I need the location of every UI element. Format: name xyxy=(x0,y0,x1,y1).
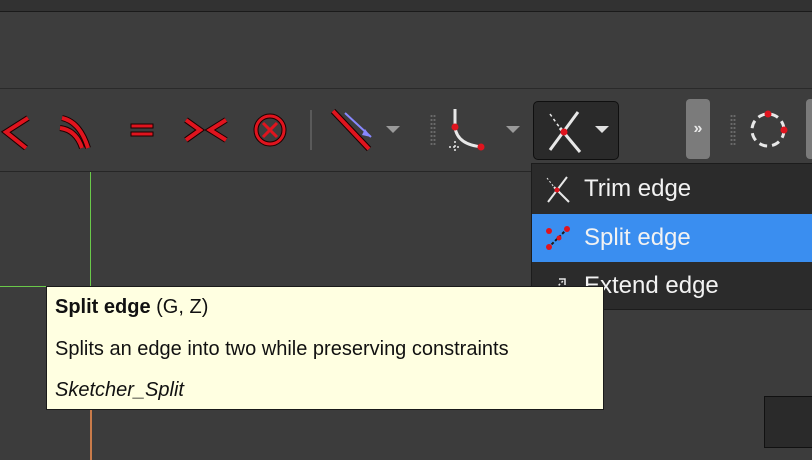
trim-edge-icon xyxy=(532,165,584,213)
menu-item-trim-edge[interactable]: Trim edge xyxy=(532,165,812,213)
block-constraint-icon[interactable] xyxy=(246,104,294,156)
tooltip-description: Splits an edge into two while preserving… xyxy=(55,338,509,360)
symmetric-constraint-icon[interactable] xyxy=(182,104,230,156)
fillet-icon[interactable] xyxy=(444,104,492,156)
split-edge-icon xyxy=(532,214,584,262)
top-bar xyxy=(0,0,812,12)
tooltip: Split edge (G, Z) Splits an edge into tw… xyxy=(46,286,604,410)
distance-constraint-icon[interactable] xyxy=(328,104,376,156)
horizontal-axis-line xyxy=(0,286,48,287)
toolbar-grip[interactable] xyxy=(730,114,736,146)
canvas-widget[interactable] xyxy=(764,396,812,448)
menu-item-label: Split edge xyxy=(584,224,691,251)
tooltip-title: Split edge xyxy=(55,296,151,318)
toolbar-edge-button[interactable] xyxy=(806,99,812,159)
chevron-down-icon[interactable] xyxy=(506,126,520,133)
ribbon-area xyxy=(0,12,812,89)
equal-constraint-icon[interactable] xyxy=(118,104,166,156)
chevron-down-icon[interactable] xyxy=(386,126,400,133)
menu-item-label: Extend edge xyxy=(584,272,719,299)
toolbar-overflow-button[interactable]: » xyxy=(686,99,710,159)
toolbar-separator xyxy=(310,110,312,150)
vertical-axis-line xyxy=(90,172,91,292)
coincident-curves-icon[interactable] xyxy=(52,104,100,156)
trim-edge-icon[interactable] xyxy=(540,104,588,156)
tangent-constraint-icon[interactable] xyxy=(0,104,40,156)
sketch-edge-line xyxy=(90,410,92,460)
circle-construction-icon[interactable] xyxy=(744,104,792,156)
tooltip-shortcut: (G, Z) xyxy=(156,296,209,318)
toolbar-grip[interactable] xyxy=(430,114,436,146)
overflow-label: » xyxy=(693,120,703,137)
tooltip-command: Sketcher_Split xyxy=(55,379,184,401)
tooltip-header: Split edge (G, Z) xyxy=(55,296,208,319)
menu-item-split-edge[interactable]: Split edge xyxy=(532,214,812,262)
menu-item-label: Trim edge xyxy=(584,175,692,202)
chevron-down-icon[interactable] xyxy=(595,126,609,133)
